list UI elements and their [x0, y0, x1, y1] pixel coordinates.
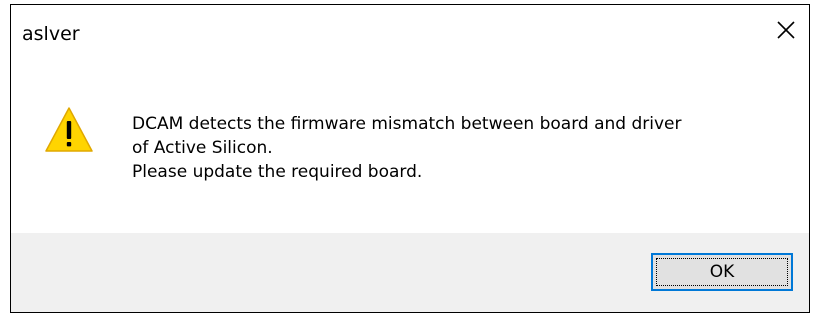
dialog-title: aslver [22, 23, 80, 45]
message-line: of Active Silicon. [132, 138, 273, 158]
close-icon [777, 21, 795, 39]
dialog-footer: OK [11, 233, 809, 312]
warning-icon [45, 107, 93, 152]
close-button[interactable] [763, 5, 809, 55]
ok-button-label: OK [709, 262, 735, 282]
ok-button[interactable]: OK [651, 253, 793, 291]
dialog-content: DCAM detects the firmware mismatch betwe… [11, 55, 809, 230]
message-dialog: aslver DCAM detects the firmware mismatc… [10, 4, 810, 313]
message-line: Please update the required board. [132, 162, 423, 182]
message-line: DCAM detects the firmware mismatch betwe… [132, 114, 682, 134]
message-text: DCAM detects the firmware mismatch betwe… [132, 112, 682, 184]
